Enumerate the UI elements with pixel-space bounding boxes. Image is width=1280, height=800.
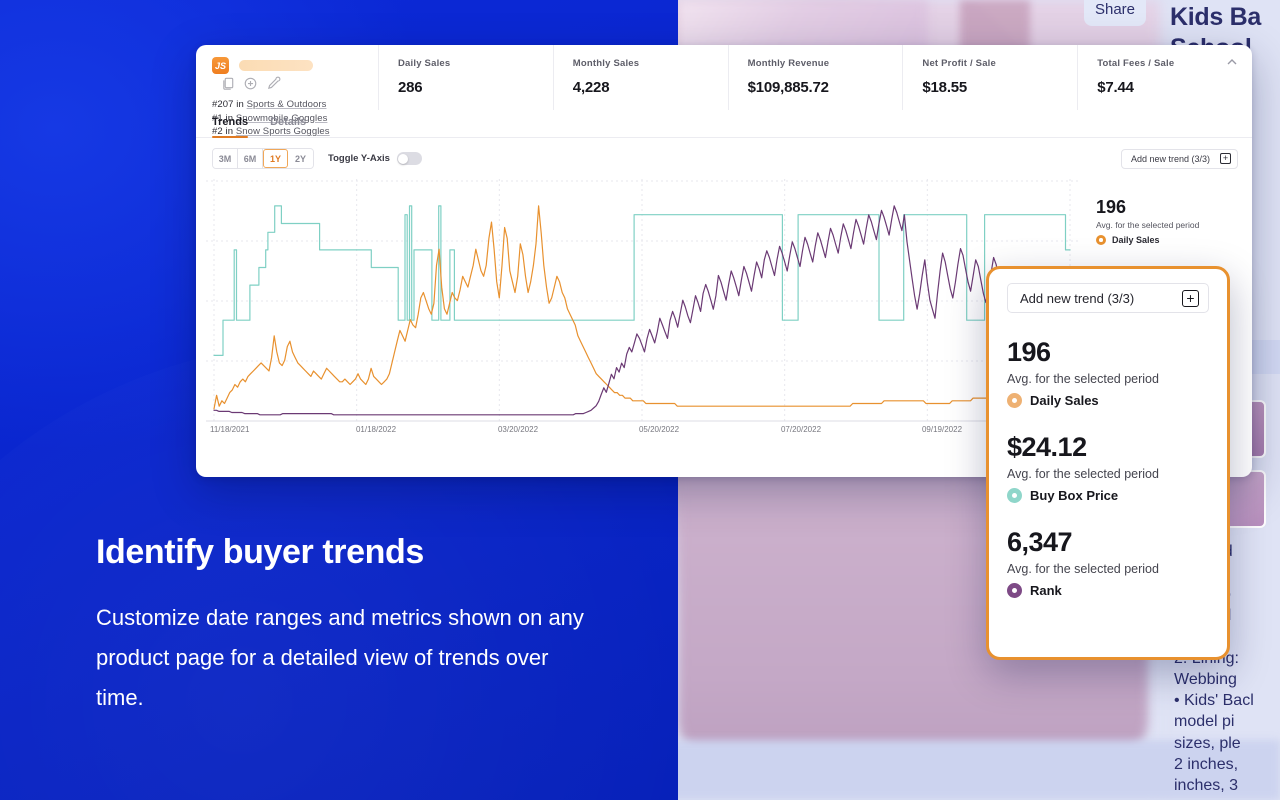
jungle-scout-logo: JS [212,57,229,75]
series-visibility-icon [1007,583,1022,598]
stat-series-toggle[interactable]: Daily Sales [1007,393,1209,408]
trend-selector-popup: Add new trend (3/3) + 196 Avg. for the s… [986,266,1230,660]
stat-value: 6,347 [1007,527,1073,557]
toggle-y-axis-group: Toggle Y-Axis [328,152,422,165]
stat-series[interactable]: Daily Sales [1096,235,1240,245]
toggle-y-axis-switch[interactable] [396,152,422,165]
desc-line: inches, 3 [1174,777,1239,795]
series-dot-icon [1096,235,1106,245]
copy-icon[interactable] [221,76,236,91]
metric-total-fees: Total Fees / Sale $7.44 [1077,45,1252,110]
metric-daily-sales: Daily Sales 286 [378,45,553,110]
metric-label: Monthly Revenue [747,58,830,69]
metric-net-profit: Net Profit / Sale $18.55 [902,45,1077,110]
x-tick: 11/18/2021 [210,425,250,434]
popup-stat-buy-box-price: $24.12 Avg. for the selected period Buy … [1007,432,1209,503]
card-header: JS #207 in Sports & Outdoors #1 in Snowm… [196,45,1252,137]
header-icon-group [218,75,281,93]
series-visibility-icon [1007,393,1022,408]
range-1y[interactable]: 1Y [263,149,288,168]
plus-circle-icon[interactable] [243,76,258,91]
plus-icon: + [1182,289,1199,307]
add-new-trend-label: Add new trend (3/3) [1130,153,1210,164]
x-tick: 09/19/2022 [921,425,963,434]
metric-value: $7.44 [1097,79,1134,96]
chart-canvas [206,179,1078,422]
share-button[interactable]: Share [1084,0,1146,26]
stat-caption: Avg. for the selected period [1007,562,1159,576]
desc-line: Webbing [1174,670,1237,688]
chevron-up-icon[interactable] [1224,54,1240,70]
metric-label: Monthly Sales [572,58,640,69]
stat-caption: Avg. for the selected period [1096,220,1200,230]
metrics-row: Daily Sales 286 Monthly Sales 4,228 Mont… [378,45,1252,110]
stat-series-toggle[interactable]: Buy Box Price [1007,488,1209,503]
desc-line: 2 inches, [1174,755,1239,773]
x-tick: 07/20/2022 [780,425,822,434]
chart-legend-stats: 196 Avg. for the selected period Daily S… [1084,197,1252,245]
tag-icon[interactable] [266,76,281,91]
toggle-knob [398,153,409,164]
stat-value: $24.12 [1007,432,1087,462]
product-title-redacted [239,60,314,72]
x-tick: 01/18/2022 [355,425,397,434]
series-name: Daily Sales [1112,235,1160,245]
metric-value: $18.55 [922,79,968,96]
stat-value: 196 [1096,197,1127,217]
popup-stat-daily-sales: 196 Avg. for the selected period Daily S… [1007,337,1209,408]
stat-series-toggle[interactable]: Rank [1007,583,1209,598]
metric-label: Net Profit / Sale [922,58,997,69]
rank-category-link[interactable]: Sports & Outdoors [247,99,327,110]
add-new-trend-button[interactable]: Add new trend (3/3) + [1120,148,1238,169]
tab-trends[interactable]: Trends [212,110,249,138]
metric-monthly-sales: Monthly Sales 4,228 [552,45,728,110]
toggle-y-axis-label: Toggle Y-Axis [328,153,390,164]
popup-add-new-trend-button[interactable]: Add new trend (3/3) + [1007,283,1209,313]
date-range-selector: 3M 6M 1Y 2Y [212,148,314,169]
desc-line: model pi [1174,713,1235,731]
series-name: Rank [1030,583,1062,598]
popup-add-new-trend-label: Add new trend (3/3) [1020,290,1135,306]
stat-value: 196 [1007,337,1051,367]
promo-heading: Identify buyer trends [96,533,424,571]
stat-caption: Avg. for the selected period [1007,372,1159,386]
popup-stat-rank: 6,347 Avg. for the selected period Rank [1007,527,1209,598]
series-visibility-icon [1007,488,1022,503]
desc-line: sizes, ple [1174,734,1241,752]
metric-value: 286 [398,79,423,96]
desc-line: Kids' Bacl [1174,690,1280,712]
metric-label: Daily Sales [398,58,451,69]
chart-controls: 3M 6M 1Y 2Y Toggle Y-Axis Add new trend … [196,138,1252,169]
metric-monthly-revenue: Monthly Revenue $109,885.72 [727,45,903,110]
series-name: Buy Box Price [1030,488,1119,503]
promo-paragraph: Customize date ranges and metrics shown … [96,605,584,710]
range-3m[interactable]: 3M [213,149,238,168]
x-tick: 05/20/2022 [638,425,680,434]
x-tick: 03/20/2022 [497,425,539,434]
plus-icon: + [1220,153,1231,164]
stat-caption: Avg. for the selected period [1007,467,1159,481]
metric-value: 4,228 [572,79,610,96]
range-6m[interactable]: 6M [238,149,263,168]
metric-value: $109,885.72 [747,79,829,96]
series-name: Daily Sales [1030,393,1099,408]
rank-position: #207 in [212,99,244,111]
range-2y[interactable]: 2Y [288,149,313,168]
product-summary: JS #207 in Sports & Outdoors #1 in Snowm… [196,45,378,137]
screenshot-root: Share Kids BaSchoolMu ★★★ 9 e eturn ue t… [0,0,1280,800]
tab-details[interactable]: Details [270,110,306,137]
